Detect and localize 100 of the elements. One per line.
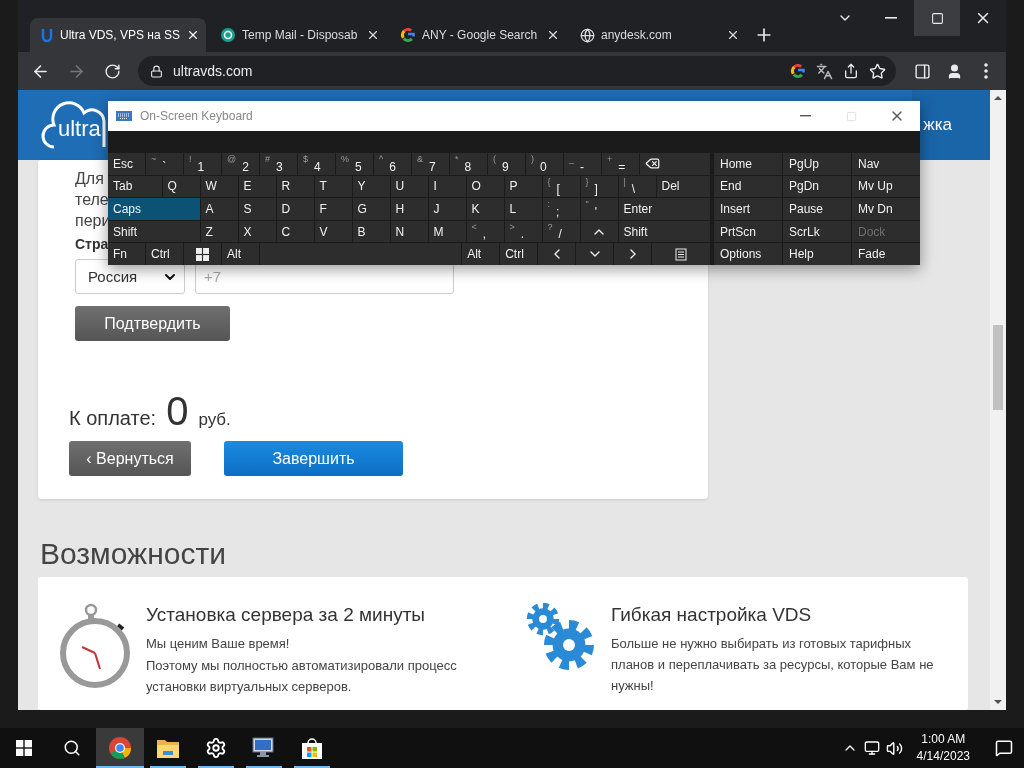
keyboard-key[interactable]: Alt [462, 243, 500, 265]
windows-key[interactable] [184, 243, 221, 265]
keyboard-key[interactable]: T [314, 175, 352, 198]
keyboard-key[interactable]: Ctrl [146, 243, 183, 265]
scroll-thumb[interactable] [993, 325, 1003, 410]
keyboard-key[interactable]: ) 0 [526, 153, 563, 175]
keyboard-key[interactable]: G [352, 198, 390, 220]
up-arrow-key[interactable] [580, 220, 618, 243]
back-button[interactable]: ‹ Вернуться [69, 441, 191, 476]
keyboard-key[interactable]: ^ 6 [374, 153, 411, 175]
keyboard-key[interactable]: End [714, 175, 782, 198]
keyboard-key[interactable]: < , [466, 220, 504, 243]
keyboard-key[interactable]: Insert [714, 198, 782, 220]
keyboard-key[interactable]: PrtScn [714, 220, 782, 243]
browser-tab[interactable]: Ultra VDS, VPS на SS [30, 18, 206, 52]
keyboard-key[interactable]: & 7 [412, 153, 449, 175]
keyboard-key[interactable]: + = [602, 153, 639, 175]
keyboard-key[interactable]: O [466, 175, 504, 198]
keyboard-key[interactable]: D [276, 198, 314, 220]
keyboard-key[interactable]: Mv Up [852, 175, 920, 198]
close-tab-icon[interactable] [186, 28, 200, 42]
keyboard-key[interactable]: C [276, 220, 314, 243]
keyboard-key[interactable]: $ 4 [298, 153, 335, 175]
keyboard-key[interactable]: Shift [618, 220, 710, 243]
translate-icon[interactable] [816, 62, 833, 80]
backspace-key[interactable] [640, 153, 710, 175]
keyboard-key[interactable]: J [428, 198, 466, 220]
close-tab-icon[interactable] [726, 28, 740, 42]
browser-tab[interactable]: anydesk.com [570, 18, 746, 52]
keyboard-key[interactable]: R [276, 175, 314, 198]
keyboard-key[interactable]: Help [783, 243, 851, 265]
keyboard-key[interactable]: Fade [852, 243, 920, 265]
keyboard-key[interactable]: # 3 [260, 153, 297, 175]
keyboard-key[interactable]: Pause [783, 198, 851, 220]
keyboard-key[interactable]: Nav [852, 153, 920, 175]
clock[interactable]: 1:00 AM 4/14/2023 [908, 731, 978, 765]
keyboard-key[interactable]: ScrLk [783, 220, 851, 243]
keyboard-key[interactable]: M [428, 220, 466, 243]
menu-key[interactable] [652, 243, 710, 265]
address-bar[interactable]: ultravds.com [138, 56, 896, 86]
close-tab-icon[interactable] [366, 28, 380, 42]
keyboard-key[interactable]: N [390, 220, 428, 243]
keyboard-key[interactable]: P [504, 175, 542, 198]
keyboard-key[interactable]: Q [162, 175, 200, 198]
taskbar-app[interactable] [96, 728, 144, 768]
keyboard-key[interactable]: @ 2 [222, 153, 259, 175]
keyboard-key[interactable]: X [238, 220, 276, 243]
keyboard-key[interactable]: Del [656, 175, 710, 198]
keyboard-key[interactable]: L [504, 198, 542, 220]
keyboard-key[interactable]: Mv Dn [852, 198, 920, 220]
keyboard-key[interactable]: F [314, 198, 352, 220]
keyboard-key[interactable]: Ctrl [500, 243, 538, 265]
network-icon[interactable] [863, 740, 880, 756]
keyboard-key[interactable]: Y [352, 175, 390, 198]
keyboard-key[interactable]: V [314, 220, 352, 243]
bookmark-star-icon[interactable] [869, 62, 886, 80]
keyboard-key[interactable]: Alt [222, 243, 259, 265]
close-tab-icon[interactable] [546, 28, 560, 42]
keyboard-key[interactable]: W [200, 175, 238, 198]
browser-tab[interactable]: ANY - Google Search [390, 18, 566, 52]
finish-button[interactable]: Завершить [224, 441, 403, 476]
keyboard-key[interactable]: Enter [618, 198, 710, 220]
keyboard-key[interactable]: _ - [564, 153, 601, 175]
keyboard-key[interactable]: { [ [542, 175, 580, 198]
keyboard-key[interactable]: Caps [108, 198, 200, 220]
keyboard-key[interactable]: Esc [108, 153, 145, 175]
keyboard-key[interactable]: S [238, 198, 276, 220]
keyboard-key[interactable]: ~ ` [146, 153, 183, 175]
down-arrow-key[interactable] [576, 243, 614, 265]
keyboard-key[interactable]: ( 9 [488, 153, 525, 175]
keyboard-key[interactable]: Options [714, 243, 782, 265]
keyboard-key[interactable]: U [390, 175, 428, 198]
volume-icon[interactable] [885, 739, 903, 757]
keyboard-key[interactable]: > . [504, 220, 542, 243]
keyboard-key[interactable]: Home [714, 153, 782, 175]
keyboard-key[interactable]: A [200, 198, 238, 220]
keyboard-key[interactable]: % 5 [336, 153, 373, 175]
share-icon[interactable] [843, 63, 859, 79]
maximize-button[interactable] [914, 0, 960, 36]
keyboard-key[interactable]: PgDn [783, 175, 851, 198]
keyboard-key[interactable]: } ] [580, 175, 618, 198]
google-icon[interactable] [790, 63, 806, 79]
lock-icon[interactable] [150, 64, 163, 78]
keyboard-key[interactable]: K [466, 198, 504, 220]
confirm-button[interactable]: Подтвердить [75, 306, 230, 341]
browser-tab[interactable]: Temp Mail - Disposab [210, 18, 386, 52]
keyboard-key[interactable]: ? / [542, 220, 580, 243]
keyboard-key[interactable]: : ; [542, 198, 580, 220]
keyboard-key[interactable]: Shift [108, 220, 200, 243]
keyboard-key[interactable]: I [428, 175, 466, 198]
keyboard-key[interactable]: PgUp [783, 153, 851, 175]
left-arrow-key[interactable] [538, 243, 576, 265]
keyboard-key[interactable]: Fn [108, 243, 145, 265]
keyboard-key[interactable]: E [238, 175, 276, 198]
keyboard-key[interactable]: H [390, 198, 428, 220]
keyboard-key[interactable]: * 8 [450, 153, 487, 175]
keyboard-key[interactable]: B [352, 220, 390, 243]
right-arrow-key[interactable] [614, 243, 652, 265]
keyboard-key[interactable]: | \ [618, 175, 656, 198]
keyboard-key[interactable]: Tab [108, 175, 162, 198]
